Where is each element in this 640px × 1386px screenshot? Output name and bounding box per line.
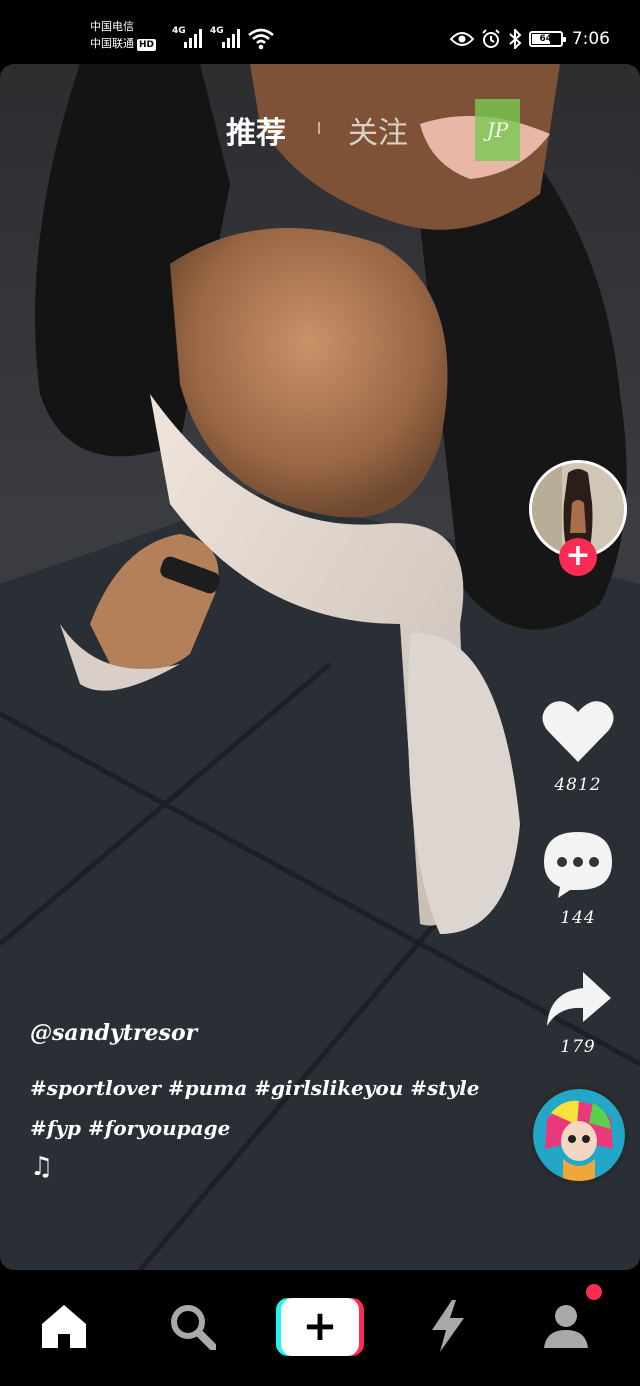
eye-icon [449, 32, 474, 46]
tab-recommend[interactable]: 推荐 [226, 108, 286, 152]
tab-following[interactable]: 关注 [348, 108, 408, 152]
heart-icon [542, 701, 614, 762]
hd-badge: HD [137, 39, 157, 51]
profile-icon[interactable] [542, 1302, 590, 1350]
create-plus-label: + [281, 1298, 359, 1356]
comment-count: 144 [560, 908, 596, 928]
music-disc-image [533, 1089, 625, 1181]
status-right-icons: 64 7:06 [449, 28, 610, 50]
music-note-icon[interactable]: ♫ [30, 1152, 53, 1182]
home-icon[interactable] [40, 1302, 88, 1350]
notification-dot [586, 1284, 602, 1300]
share-icon [547, 972, 611, 1026]
carrier-2: 中国联通 [90, 37, 134, 50]
like-count: 4812 [554, 775, 602, 795]
create-button[interactable]: + [276, 1298, 364, 1356]
hashtags-line-2[interactable]: #fyp #foryoupage [30, 1108, 500, 1148]
hashtags-line-1[interactable]: #sportlover #puma #girlslikeyou #style [30, 1068, 500, 1108]
alarm-icon [482, 29, 500, 48]
caption-hashtags: #sportlover #puma #girlslikeyou #style #… [30, 1068, 500, 1148]
carrier-info: 中国电信 中国联通 HD [90, 18, 157, 52]
music-disc[interactable] [529, 1085, 629, 1185]
share-button[interactable] [540, 970, 616, 1032]
flash-icon[interactable] [430, 1300, 466, 1352]
wifi-icon [248, 28, 274, 50]
comment-icon [544, 832, 612, 898]
search-icon[interactable] [168, 1302, 216, 1350]
tab-divider [318, 122, 320, 134]
follow-button[interactable]: + [559, 538, 597, 576]
share-count: 179 [560, 1037, 596, 1057]
like-button[interactable] [540, 698, 616, 768]
creator-username[interactable]: @sandytresor [30, 1020, 197, 1046]
battery-icon: 64 [528, 31, 566, 47]
comment-button[interactable] [540, 830, 616, 902]
status-bar: 中国电信 中国联通 HD 4G 4G 64 7:06 [0, 0, 640, 64]
status-time: 7:06 [571, 29, 610, 49]
jp-badge: JP [475, 99, 520, 161]
top-tabs: 推荐 关注 [0, 108, 640, 158]
carrier-1: 中国电信 [90, 20, 134, 33]
bluetooth-icon [509, 29, 522, 49]
